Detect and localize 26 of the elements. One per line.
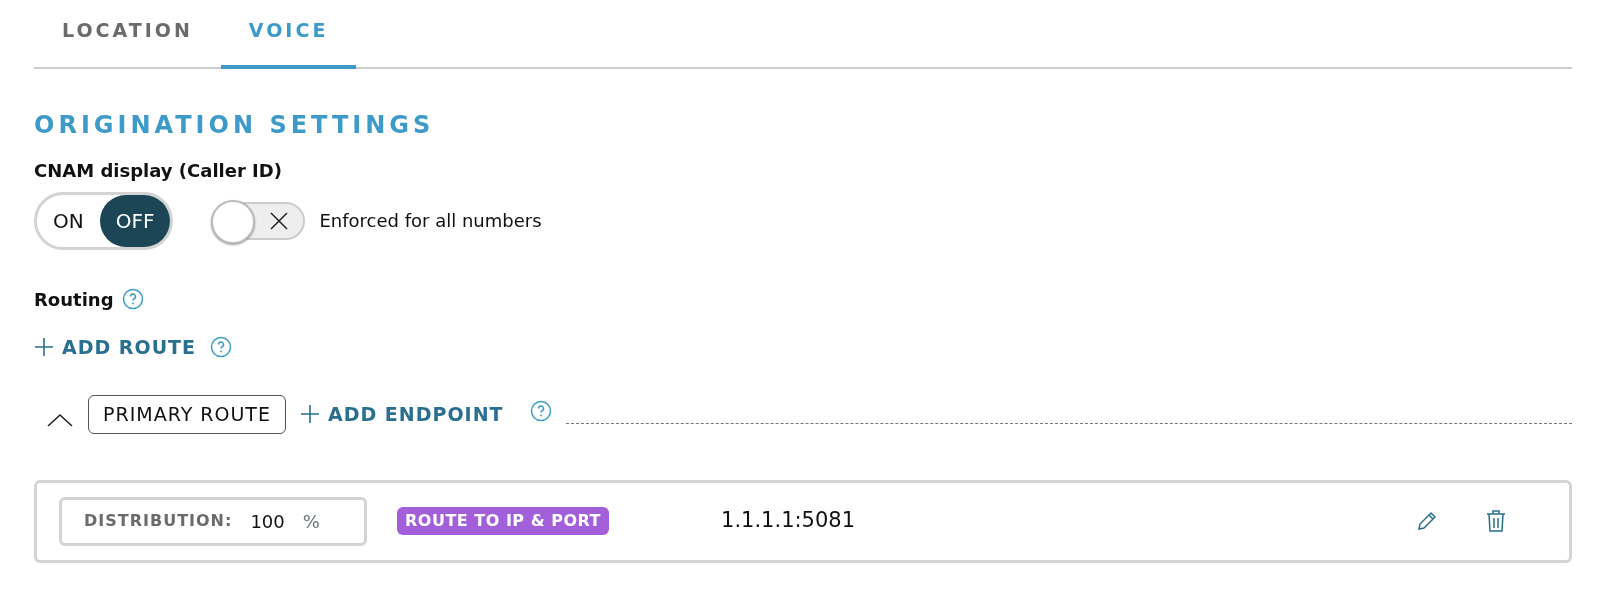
tab[interactable]: VOICE: [220, 0, 357, 69]
close-icon: [269, 210, 290, 231]
distribution-value: 100: [250, 509, 285, 534]
field-label: Routing: [34, 287, 114, 312]
plus-icon: [34, 336, 54, 357]
switch-label: Enforced for all numbers: [319, 209, 542, 233]
edit-icon[interactable]: [1415, 509, 1439, 533]
help-icon[interactable]: [121, 288, 144, 310]
tab[interactable]: LOCATION: [34, 0, 221, 69]
distribution-label: DISTRIBUTION:: [84, 510, 233, 532]
help-icon[interactable]: [210, 335, 232, 358]
field-label: CNAM display (Caller ID): [34, 158, 283, 183]
delete-icon[interactable]: [1485, 509, 1507, 533]
route-type-tag: ROUTE TO IP & PORT: [397, 507, 610, 535]
endpoint-address: 1.1.1.1:5081: [721, 507, 856, 535]
route-name-tag: PRIMARY ROUTE: [88, 395, 286, 434]
add-endpoint-link[interactable]: ADD ENDPOINT: [299, 400, 504, 429]
add-route-link[interactable]: ADD ROUTE: [34, 332, 196, 361]
section-title: ORIGINATION SETTINGS: [34, 109, 436, 141]
chevron-icon[interactable]: [46, 412, 74, 429]
toggle-option[interactable]: ON: [37, 194, 100, 247]
toggle-option[interactable]: OFF: [99, 194, 171, 247]
plus-icon: [299, 404, 320, 425]
help-icon[interactable]: [529, 400, 552, 423]
unit-label: %: [302, 509, 320, 534]
distribution-field[interactable]: DISTRIBUTION: 100 %: [59, 496, 367, 546]
